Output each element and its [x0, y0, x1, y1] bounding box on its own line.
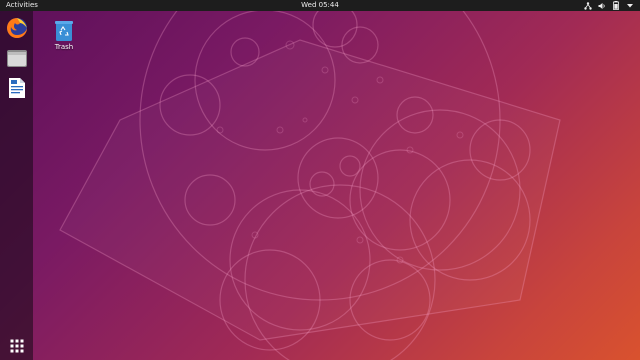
wallpaper — [59, 0, 561, 360]
activities-button[interactable]: Activities — [6, 0, 38, 11]
desktop-screen: Activities Wed 05:44 Trash — [0, 0, 640, 360]
dock-item-firefox[interactable] — [4, 15, 29, 40]
dock-item-files[interactable] — [4, 45, 29, 70]
show-applications-icon — [10, 339, 23, 352]
battery-icon[interactable] — [612, 0, 620, 11]
dock-item-writer[interactable] — [4, 75, 29, 100]
writer-icon — [8, 77, 25, 98]
system-menu-arrow-icon[interactable] — [626, 0, 634, 11]
files-icon — [6, 49, 27, 67]
trash-icon — [55, 21, 73, 41]
top-bar: Activities Wed 05:44 — [0, 0, 640, 11]
trash-label: Trash — [54, 43, 74, 51]
system-tray[interactable] — [584, 0, 634, 11]
clock[interactable]: Wed 05:44 — [290, 0, 350, 11]
dock — [0, 11, 33, 360]
desktop-icon-trash[interactable]: Trash — [48, 20, 80, 51]
show-applications-button[interactable] — [4, 333, 29, 358]
volume-icon[interactable] — [598, 0, 606, 11]
firefox-icon — [6, 17, 27, 38]
network-icon[interactable] — [584, 0, 592, 11]
